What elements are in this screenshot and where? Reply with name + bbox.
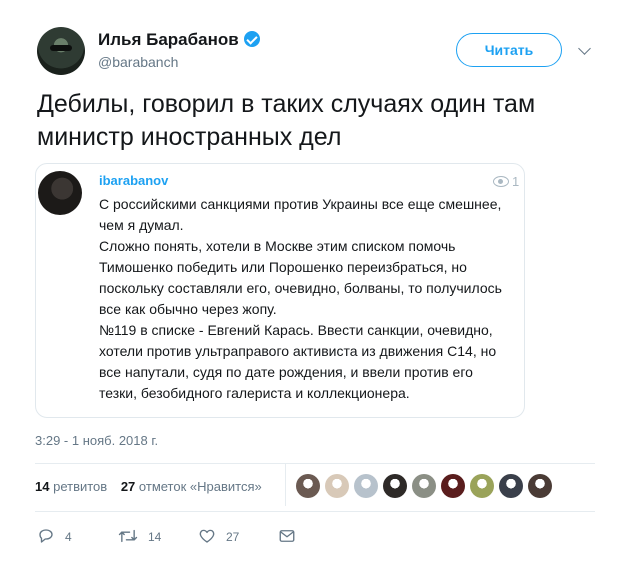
quoted-text-line: №119 в списке - Евгений Карась. Ввести с… <box>99 322 493 338</box>
quoted-text-line: С российскими санкциями против Украины в… <box>99 196 502 212</box>
avatar-glasses-detail <box>50 45 72 51</box>
retweet-count: 14 <box>35 479 50 494</box>
liker-avatar[interactable] <box>296 474 320 498</box>
like-action[interactable]: 27 <box>198 527 239 545</box>
reply-icon <box>39 529 53 543</box>
tweet-text: Дебилы, говорил в таких случаях один там… <box>37 88 597 154</box>
quoted-text-line: все как обычно через жопу. <box>99 301 277 317</box>
liker-avatar[interactable] <box>383 474 407 498</box>
follow-button[interactable]: Читать <box>456 33 562 67</box>
quoted-view-count: 1 <box>493 174 519 189</box>
reply-count: 4 <box>65 530 72 544</box>
divider <box>35 511 595 512</box>
like-label: отметок «Нравится» <box>138 479 262 494</box>
author-name[interactable]: Илья Барабанов <box>98 30 239 49</box>
quoted-tweet-body: С российскими санкциями против Украины в… <box>99 194 519 404</box>
quoted-text-line: все напутали, судя по дате рождения, и в… <box>99 364 473 380</box>
envelope-icon <box>279 530 295 542</box>
liker-avatar[interactable] <box>470 474 494 498</box>
author-avatar[interactable] <box>37 27 85 75</box>
quoted-username[interactable]: ibarabanov <box>99 173 168 188</box>
quoted-text-line: чем я думал. <box>99 217 184 233</box>
tweet-timestamp[interactable]: 3:29 - 1 нояб. 2018 г. <box>35 433 158 448</box>
author-name-row[interactable]: Илья Барабанов <box>98 30 260 50</box>
tweet-text-line: министр иностранных дел <box>37 123 342 151</box>
quoted-text-line: Сложно понять, хотели в Москве этим спис… <box>99 238 456 254</box>
author-handle[interactable]: @barabanch <box>98 54 178 70</box>
direct-message-action[interactable] <box>278 527 306 545</box>
quoted-views-value: 1 <box>512 174 520 189</box>
quoted-text-line: хотели против ультраправого активиста из… <box>99 343 497 359</box>
verified-badge-icon <box>243 31 260 47</box>
retweet-stat[interactable]: 14 ретвитов <box>35 479 107 494</box>
liker-avatar[interactable] <box>412 474 436 498</box>
quoted-text-line: тезки, безобидного галериста и коллекцио… <box>99 385 410 401</box>
retweet-action[interactable]: 14 <box>118 527 161 545</box>
like-count: 27 <box>120 479 136 494</box>
liker-avatar[interactable] <box>441 474 465 498</box>
retweet-label: ретвитов <box>53 479 108 494</box>
liker-avatar[interactable] <box>354 474 378 498</box>
reply-action[interactable]: 4 <box>37 527 72 545</box>
stats-separator <box>285 464 286 506</box>
eye-icon <box>493 176 509 187</box>
like-stat[interactable]: 27 отметок «Нравится» <box>121 479 262 494</box>
liker-avatar[interactable] <box>528 474 552 498</box>
quoted-author-avatar[interactable] <box>38 171 82 215</box>
tweet-stats: 14 ретвитов 27 отметок «Нравится» <box>35 479 262 494</box>
heart-icon <box>199 529 215 543</box>
chevron-down-icon[interactable] <box>578 42 591 55</box>
quoted-text-line: поскольку составляли его, очевидно, болв… <box>99 280 502 296</box>
tweet-text-line: Дебилы, говорил в таких случаях один там <box>37 90 536 118</box>
like-action-count: 27 <box>226 530 240 544</box>
liker-avatar[interactable] <box>325 474 349 498</box>
divider <box>35 463 595 464</box>
retweet-icon <box>118 529 138 543</box>
quoted-text-line: Тимошенко победить или Порошенко переизб… <box>99 259 467 275</box>
retweet-action-count: 14 <box>148 530 162 544</box>
liker-avatar[interactable] <box>499 474 523 498</box>
